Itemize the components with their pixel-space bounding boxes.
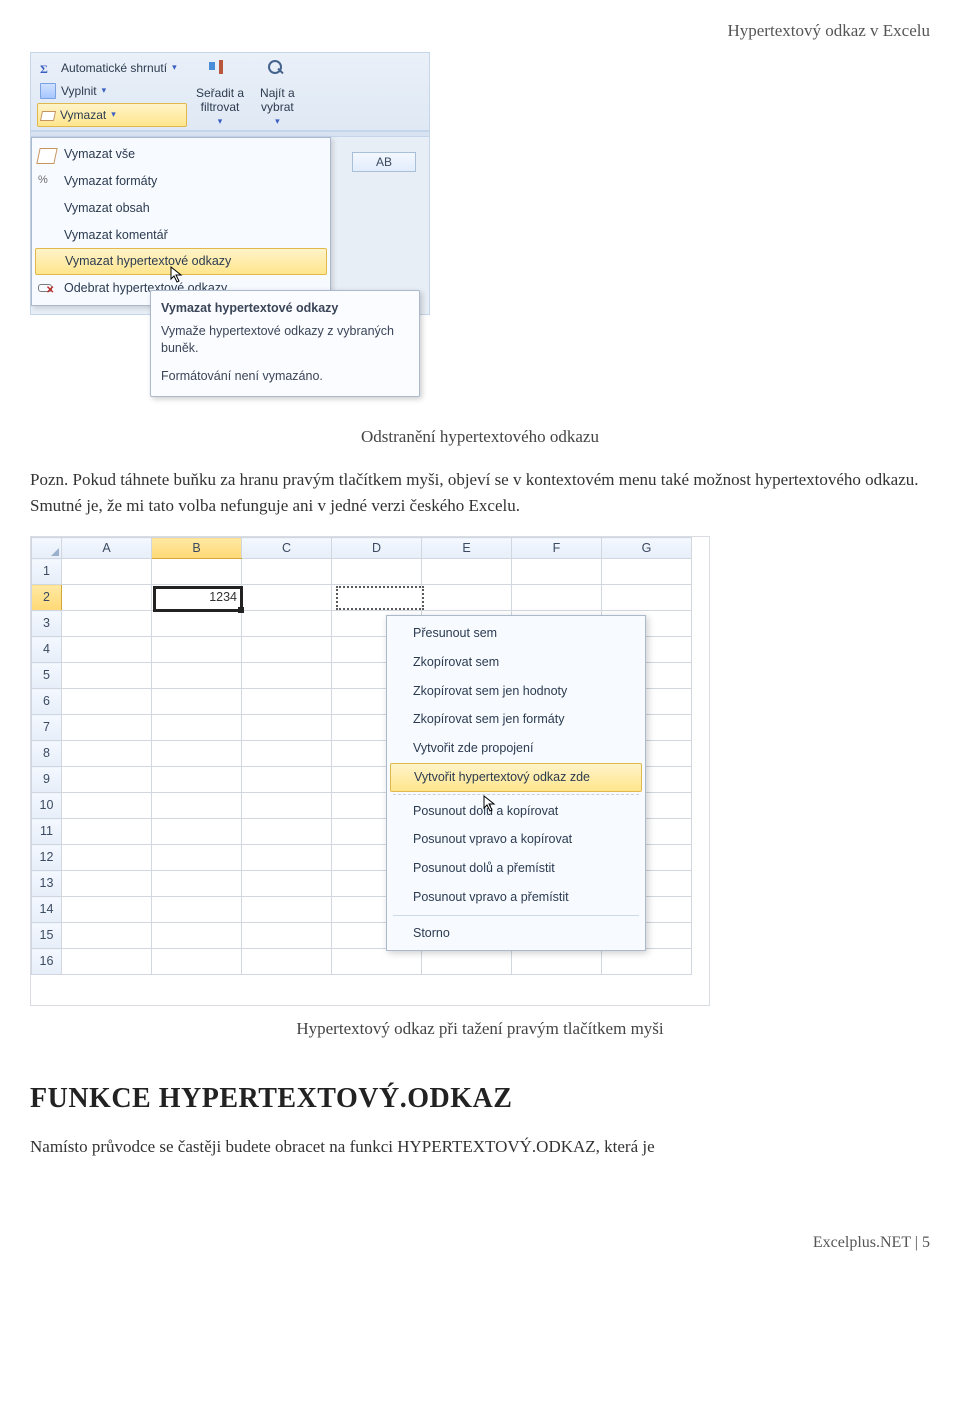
screenshot-drag-context-menu: A B C D E F G 1 21234 3 4 5 6 7 8 9 10 1… — [30, 536, 710, 1006]
blank-icon — [38, 200, 56, 216]
clear-label: Vymazat — [60, 106, 106, 124]
col-header-a[interactable]: A — [62, 538, 152, 559]
column-header-ab: AB — [352, 152, 416, 172]
tooltip-body: Vymaže hypertextové odkazy z vybraných b… — [161, 323, 409, 357]
chevron-down-icon: ▾ — [111, 108, 116, 122]
blank-icon — [38, 227, 56, 243]
menu-label: Vymazat hypertextové odkazy — [65, 252, 231, 271]
ctx-copy-here[interactable]: Zkopírovat sem — [387, 648, 645, 677]
paragraph-note: Pozn. Pokud táhnete buňku za hranu pravý… — [30, 467, 930, 518]
sigma-icon: Σ — [40, 60, 56, 76]
figure-caption-1: Odstranění hypertextového odkazu — [30, 424, 930, 450]
figure-caption-2: Hypertextový odkaz při tažení pravým tla… — [30, 1016, 930, 1042]
paragraph-intro-function: Namísto průvodce se častěji budete obrac… — [30, 1134, 930, 1160]
blank-icon — [39, 254, 57, 270]
row-header[interactable]: 4 — [32, 637, 62, 663]
menu-item-clear-formats[interactable]: Vymazat formáty — [32, 168, 330, 195]
col-header-c[interactable]: C — [242, 538, 332, 559]
tooltip-clear-hyperlinks: Vymazat hypertextové odkazy Vymaže hyper… — [150, 290, 420, 397]
right-drag-context-menu: Přesunout sem Zkopírovat sem Zkopírovat … — [386, 615, 646, 951]
menu-label: Vymazat formáty — [64, 172, 157, 191]
menu-item-clear-all[interactable]: Vymazat vše — [32, 141, 330, 168]
chevron-down-icon: ▾ — [275, 116, 280, 127]
ctx-copy-values[interactable]: Zkopírovat sem jen hodnoty — [387, 677, 645, 706]
remove-link-icon — [38, 280, 56, 296]
drag-drop-target — [336, 586, 424, 610]
col-header-g[interactable]: G — [602, 538, 692, 559]
clear-button[interactable]: Vymazat ▾ — [37, 103, 187, 127]
cursor-arrow — [170, 266, 184, 284]
ctx-move-here[interactable]: Přesunout sem — [387, 619, 645, 648]
ctx-cancel[interactable]: Storno — [387, 919, 645, 948]
ribbon-group-editing: Σ Automatické shrnutí ▾ Vyplnit ▾ Vymaza… — [31, 53, 429, 132]
eraser-icon — [36, 148, 57, 164]
row-header[interactable]: 9 — [32, 767, 62, 793]
row-header[interactable]: 1 — [32, 559, 62, 585]
col-header-f[interactable]: F — [512, 538, 602, 559]
chevron-down-icon: ▾ — [218, 116, 223, 127]
row-header[interactable]: 12 — [32, 845, 62, 871]
autosum-label: Automatické shrnutí — [61, 59, 167, 77]
excel-ribbon-clear-panel: Σ Automatické shrnutí ▾ Vyplnit ▾ Vymaza… — [30, 52, 430, 315]
row-header[interactable]: 5 — [32, 663, 62, 689]
cursor-arrow — [483, 795, 497, 813]
find-select-label: Najít a vybrat — [260, 86, 295, 115]
ctx-hyperlink-here[interactable]: Vytvořit hypertextový odkaz zde — [390, 763, 642, 792]
chevron-down-icon: ▾ — [102, 84, 107, 98]
sort-filter-icon — [207, 58, 233, 84]
ctx-shift-down-move[interactable]: Posunout dolů a přemístit — [387, 854, 645, 883]
col-header-e[interactable]: E — [422, 538, 512, 559]
row-header[interactable]: 13 — [32, 871, 62, 897]
tooltip-footnote: Formátování není vymazáno. — [161, 367, 409, 386]
page-header: Hypertextový odkaz v Excelu — [0, 0, 960, 44]
col-header-d[interactable]: D — [332, 538, 422, 559]
row-header[interactable]: 8 — [32, 741, 62, 767]
fill-icon — [40, 83, 56, 99]
ctx-shift-down-copy[interactable]: Posunout dolů a kopírovat — [387, 797, 645, 826]
ctx-copy-formats[interactable]: Zkopírovat sem jen formáty — [387, 705, 645, 734]
find-select-button[interactable]: Najít a vybrat ▾ — [255, 57, 300, 129]
ctx-link-here[interactable]: Vytvořit zde propojení — [387, 734, 645, 763]
row-header[interactable]: 2 — [32, 585, 62, 611]
row-header[interactable]: 16 — [32, 949, 62, 975]
menu-item-clear-comments[interactable]: Vymazat komentář — [32, 222, 330, 249]
chevron-down-icon: ▾ — [172, 61, 177, 75]
menu-item-clear-contents[interactable]: Vymazat obsah — [32, 195, 330, 222]
percent-icon — [38, 173, 56, 189]
row-header[interactable]: 6 — [32, 689, 62, 715]
section-heading: FUNKCE HYPERTEXTOVÝ.ODKAZ — [30, 1078, 930, 1120]
screenshot-clear-hyperlinks: Σ Automatické shrnutí ▾ Vyplnit ▾ Vymaza… — [30, 52, 430, 414]
sort-filter-button[interactable]: Seřadit a filtrovat ▾ — [191, 57, 249, 129]
tooltip-title: Vymazat hypertextové odkazy — [161, 299, 409, 318]
page-footer: Excelplus.NET | 5 — [0, 1197, 960, 1275]
ctx-shift-right-move[interactable]: Posunout vpravo a přemístit — [387, 883, 645, 912]
fill-label: Vyplnit — [61, 82, 97, 100]
menu-separator — [393, 794, 639, 795]
sort-filter-label: Seřadit a filtrovat — [196, 86, 244, 115]
find-icon — [264, 58, 290, 84]
row-header[interactable]: 3 — [32, 611, 62, 637]
select-all-corner[interactable] — [32, 538, 62, 559]
row-header[interactable]: 7 — [32, 715, 62, 741]
menu-label: Vymazat komentář — [64, 226, 168, 245]
col-header-b[interactable]: B — [152, 538, 242, 559]
row-header[interactable]: 15 — [32, 923, 62, 949]
ctx-shift-right-copy[interactable]: Posunout vpravo a kopírovat — [387, 825, 645, 854]
menu-separator — [393, 915, 639, 916]
autosum-button[interactable]: Σ Automatické shrnutí ▾ — [37, 57, 187, 79]
menu-label: Vymazat obsah — [64, 199, 150, 218]
eraser-icon — [40, 111, 56, 121]
active-cell-selection — [153, 586, 243, 612]
footer-text: Excelplus.NET | 5 — [813, 1234, 930, 1251]
page-header-title: Hypertextový odkaz v Excelu — [727, 21, 930, 40]
menu-label: Vymazat vše — [64, 145, 135, 164]
row-header[interactable]: 11 — [32, 819, 62, 845]
fill-button[interactable]: Vyplnit ▾ — [37, 80, 187, 102]
row-header[interactable]: 14 — [32, 897, 62, 923]
row-header[interactable]: 10 — [32, 793, 62, 819]
